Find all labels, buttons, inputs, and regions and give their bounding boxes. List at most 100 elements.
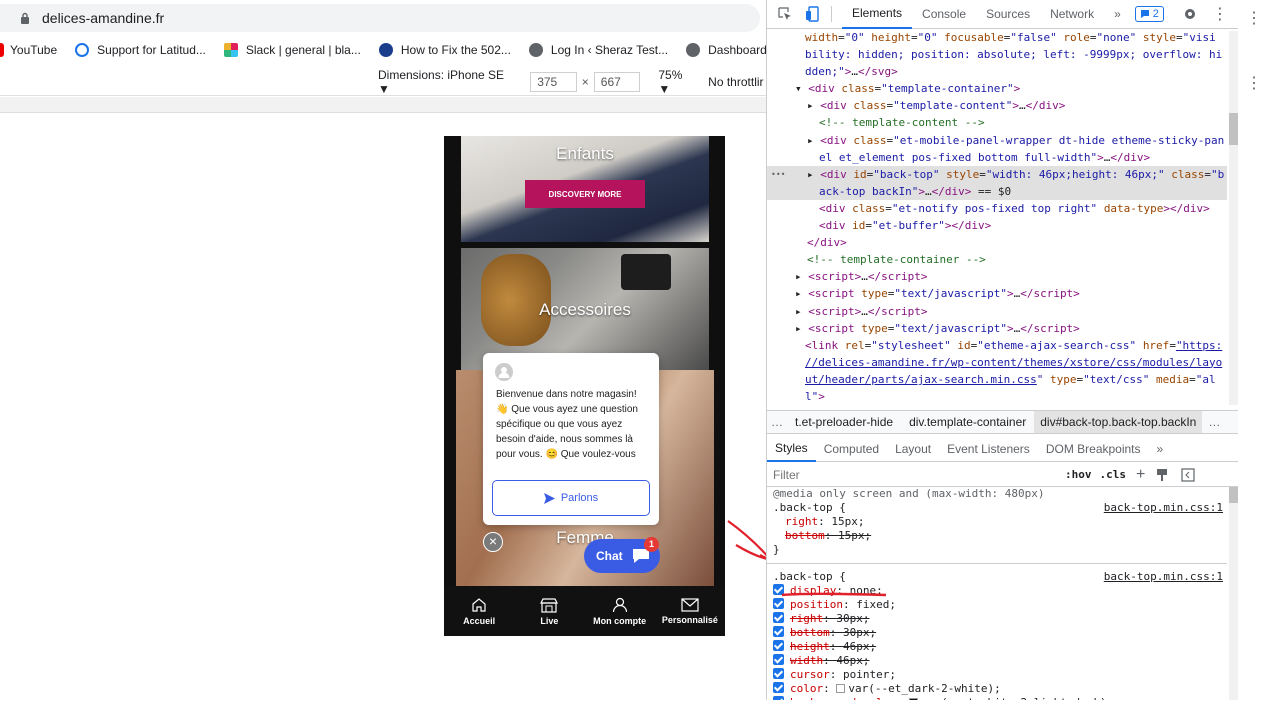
stylesheet-link[interactable]: back-top.min.css:1 [1104, 501, 1223, 515]
css-declaration[interactable]: right: 15px; [767, 515, 1227, 529]
discovery-more-button[interactable]: DISCOVERY MORE [525, 180, 645, 208]
zoom-select[interactable]: 75% ▼ [658, 68, 696, 96]
dom-line[interactable]: <div id="et-buffer"></div> [767, 217, 1227, 234]
css-selector[interactable]: .back-top {back-top.min.css:1 [767, 501, 1227, 515]
close-chat-icon[interactable]: × [483, 532, 503, 552]
property-value[interactable]: 15px; [831, 515, 864, 528]
nav-personnalise[interactable]: Personnalisé [659, 597, 721, 625]
nav-accueil[interactable]: Accueil [448, 597, 510, 626]
property-name[interactable]: right [790, 612, 823, 625]
tab-dom-breakpoints[interactable]: DOM Breakpoints [1038, 442, 1149, 456]
tab-console[interactable]: Console [912, 0, 976, 29]
property-value[interactable]: 15px; [838, 529, 871, 542]
device-menu-icon[interactable]: ⋮ [1246, 73, 1262, 93]
category-tile-accessoires[interactable]: Accessoires [461, 248, 709, 370]
nav-mon-compte[interactable]: Mon compte [589, 597, 651, 626]
dom-line[interactable]: <link rel="stylesheet" id="etheme-ajax-s… [767, 337, 1227, 354]
declaration-checkbox[interactable] [773, 626, 784, 637]
dom-line[interactable]: ack-top backIn">…</div> == $0 [767, 182, 1227, 200]
tab-computed[interactable]: Computed [816, 442, 887, 456]
breadcrumb-item-selected[interactable]: div#back-top.back-top.backIn [1034, 411, 1203, 433]
css-declaration[interactable]: background-color: var(--et_white-2-light… [767, 696, 1227, 700]
chrome-menu-icon[interactable]: ⋮ [1246, 8, 1262, 28]
media-query[interactable]: @media only screen and (max-width: 480px… [767, 487, 1227, 501]
property-value[interactable]: var(--et_dark-2-white); [848, 682, 1000, 695]
declaration-checkbox[interactable] [773, 682, 784, 693]
gear-icon[interactable] [1182, 6, 1198, 22]
issues-badge[interactable]: 2 [1134, 6, 1164, 22]
property-name[interactable]: bottom [785, 529, 825, 542]
property-name[interactable]: background-color [790, 696, 896, 700]
breadcrumb-item[interactable]: div.template-container [901, 415, 1034, 429]
dom-line[interactable]: ▾ <div class="template-container"> [767, 80, 1227, 97]
declaration-checkbox[interactable] [773, 668, 784, 679]
dom-tree[interactable]: width="0" height="0" focusable="false" r… [767, 29, 1227, 407]
dom-line[interactable]: </div> [767, 234, 1227, 251]
paint-icon[interactable] [1155, 468, 1169, 482]
breadcrumb-more[interactable]: … [767, 415, 787, 429]
tab-event-listeners[interactable]: Event Listeners [939, 442, 1038, 456]
more-style-tabs[interactable]: » [1149, 442, 1172, 456]
inspect-icon[interactable] [777, 6, 793, 22]
css-declaration[interactable]: width: 46px; [767, 654, 1227, 668]
tab-elements[interactable]: Elements [842, 0, 913, 29]
throttle-select[interactable]: No throttlir [708, 75, 766, 89]
kebab-menu-icon[interactable]: ⋮ [1212, 4, 1228, 24]
dom-line[interactable]: ut/header/parts/ajax-search.min.css" typ… [767, 371, 1227, 388]
breadcrumb-item[interactable]: t.et-preloader-hide [787, 415, 901, 429]
dom-line[interactable]: dden;">…</svg> [767, 63, 1227, 80]
property-name[interactable]: cursor [790, 668, 830, 681]
dom-line[interactable]: <!-- template-container --> [767, 251, 1227, 268]
dom-line[interactable]: width="0" height="0" focusable="false" r… [767, 29, 1227, 46]
property-value[interactable]: pointer; [843, 668, 896, 681]
height-input[interactable]: 667 [593, 71, 641, 92]
dom-line[interactable]: l"> [767, 388, 1227, 405]
property-name[interactable]: height [790, 640, 830, 653]
parlons-button[interactable]: Parlons [492, 480, 650, 516]
dom-line[interactable]: ▸ <div class="template-content">…</div> [767, 97, 1227, 114]
bookmark-dashboard[interactable]: Dashboard ‹ [686, 43, 774, 57]
device-select[interactable]: Dimensions: iPhone SE ▼ [378, 68, 514, 96]
tab-sources[interactable]: Sources [976, 0, 1040, 29]
property-value[interactable]: var(--et_white-2-light-dark); [921, 696, 1113, 700]
dom-line[interactable]: ▸ <script>…</script> [767, 268, 1227, 285]
nav-live[interactable]: Live [518, 597, 580, 626]
css-declaration[interactable]: bottom: 30px; [767, 626, 1227, 640]
breadcrumb-more[interactable]: … [1202, 415, 1226, 429]
more-tabs-button[interactable]: » [1104, 0, 1131, 29]
dom-line[interactable]: ▸ <script type="text/javascript">…</scri… [767, 320, 1227, 337]
dom-line[interactable]: <div class="et-notify pos-fixed top righ… [767, 200, 1227, 217]
tab-styles[interactable]: Styles [767, 436, 816, 462]
stylesheet-link[interactable]: back-top.min.css:1 [1104, 570, 1223, 584]
dom-line[interactable]: ▸ <div class="et-mobile-panel-wrapper dt… [767, 132, 1227, 149]
property-value[interactable]: 46px; [836, 654, 869, 667]
hov-toggle[interactable]: :hov [1065, 468, 1092, 481]
bookmark-dell[interactable]: Support for Latitud... [75, 43, 206, 57]
category-tile-enfants[interactable]: Enfants DISCOVERY MORE [461, 136, 709, 242]
styles-filter-input[interactable] [773, 467, 1063, 482]
css-rule-close[interactable]: } [767, 543, 1227, 557]
property-name[interactable]: bottom [790, 626, 830, 639]
declaration-checkbox[interactable] [773, 640, 784, 651]
property-name[interactable]: width [790, 654, 823, 667]
property-value[interactable]: 46px; [843, 640, 876, 653]
property-value[interactable]: 30px; [843, 626, 876, 639]
css-declaration[interactable]: right: 30px; [767, 612, 1227, 626]
dom-line[interactable]: bility: hidden; position: absolute; left… [767, 46, 1227, 63]
css-declaration[interactable]: position: fixed; [767, 598, 1227, 612]
css-selector[interactable]: .back-top {back-top.min.css:1 [767, 570, 1227, 584]
property-name[interactable]: color [790, 682, 823, 695]
color-swatch[interactable] [909, 698, 919, 700]
dom-line[interactable]: el et_element pos-fixed bottom full-widt… [767, 149, 1227, 166]
css-declaration[interactable]: color: var(--et_dark-2-white); [767, 682, 1227, 696]
css-declaration[interactable]: height: 46px; [767, 640, 1227, 654]
css-declaration[interactable]: bottom: 15px; [767, 529, 1227, 543]
bookmark-youtube[interactable]: YouTube [0, 43, 57, 57]
declaration-checkbox[interactable] [773, 654, 784, 665]
dom-line[interactable]: ▸ <script>…</script> [767, 303, 1227, 320]
css-declaration[interactable]: cursor: pointer; [767, 668, 1227, 682]
cls-toggle[interactable]: .cls [1100, 468, 1127, 481]
node-menu-icon[interactable]: ••• [771, 166, 785, 183]
bookmark-slack[interactable]: Slack | general | bla... [223, 43, 361, 57]
bookmark-login[interactable]: Log In ‹ Sheraz Test... [528, 43, 668, 57]
